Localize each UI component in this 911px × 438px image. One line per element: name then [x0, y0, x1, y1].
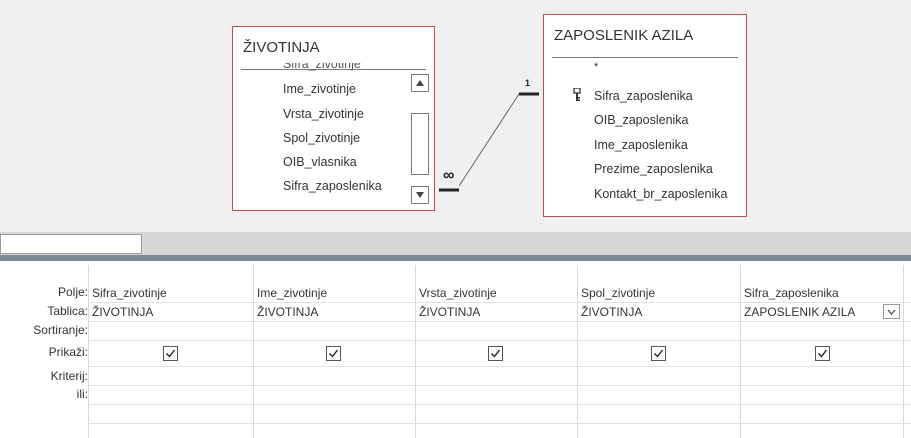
checkmark-icon — [329, 349, 339, 358]
field-item[interactable]: Vrsta_zivotinje — [283, 107, 364, 121]
checkmark-icon — [491, 349, 501, 358]
table-dropdown-button[interactable] — [883, 304, 900, 319]
query-design-canvas[interactable] — [0, 0, 911, 232]
grid-cell-table[interactable]: ŽIVOTINJA — [92, 305, 153, 319]
field-item[interactable]: Spol_zivotinje — [283, 131, 360, 145]
grid-row-divider — [88, 404, 911, 405]
field-partial-top: Sifra_zivotinje — [283, 63, 361, 71]
scrollbar-thumb[interactable] — [411, 113, 429, 175]
row-label-prikazi: Prikaži: — [48, 345, 88, 359]
relationship-one-label: 1 — [525, 78, 531, 88]
relationship-many-label: ∞ — [443, 167, 455, 184]
scroll-up-icon — [416, 80, 424, 86]
field-item[interactable]: Ime_zivotinje — [283, 82, 356, 96]
grid-column-divider[interactable] — [903, 265, 904, 438]
table-zivotinja-title[interactable]: ŽIVOTINJA — [243, 39, 320, 56]
field-item[interactable]: OIB_zaposlenika — [594, 113, 689, 127]
grid-column-divider[interactable] — [577, 265, 578, 438]
grid-row-divider — [88, 302, 911, 303]
field-item-key[interactable]: Sifra_zaposlenika — [594, 89, 693, 103]
grid-cell-field[interactable]: Spol_zivotinje — [581, 286, 655, 300]
checkmark-icon — [654, 349, 664, 358]
field-item[interactable]: Sifra_zaposlenika — [283, 179, 382, 193]
key-icon — [573, 88, 581, 101]
grid-cell-table[interactable]: ŽIVOTINJA — [419, 305, 480, 319]
field-item[interactable]: OIB_vlasnika — [283, 155, 357, 169]
row-label-tablica: Tablica: — [47, 304, 88, 318]
grid-cell-field[interactable]: Vrsta_zivotinje — [419, 286, 497, 300]
scroll-up-button[interactable] — [411, 74, 429, 92]
grid-cell-table[interactable]: ŽIVOTINJA — [581, 305, 642, 319]
grid-cell-field[interactable]: Ime_zivotinje — [257, 286, 327, 300]
checkmark-icon — [166, 349, 176, 358]
grid-column-divider[interactable] — [88, 265, 89, 438]
chevron-down-icon — [887, 309, 896, 315]
row-label-ili: ili: — [76, 387, 88, 401]
table-zaposlenik-azila-title[interactable]: ZAPOSLENIK AZILA — [554, 27, 693, 44]
show-checkbox[interactable] — [326, 346, 341, 361]
grid-column-divider[interactable] — [740, 265, 741, 438]
scroll-down-icon — [416, 192, 424, 198]
grid-cell-table[interactable]: ŽIVOTINJA — [257, 305, 318, 319]
table-zivotinja[interactable]: ŽIVOTINJA Sifra_zivotinje Ime_zivotinje … — [232, 26, 435, 211]
grid-row-divider — [88, 340, 911, 341]
row-label-sortiranje: Sortiranje: — [33, 323, 88, 337]
name-box-input[interactable] — [0, 234, 142, 254]
row-label-kriterij: Kriterij: — [50, 369, 88, 383]
show-checkbox[interactable] — [488, 346, 503, 361]
grid-cell-table[interactable]: ZAPOSLENIK AZILA — [744, 305, 855, 319]
row-label-polje: Polje: — [57, 285, 88, 299]
show-checkbox[interactable] — [815, 346, 830, 361]
scroll-down-button[interactable] — [411, 186, 429, 204]
field-item[interactable]: Prezime_zaposlenika — [594, 162, 713, 176]
grid-row-divider — [88, 321, 911, 322]
grid-row-divider — [88, 423, 911, 424]
grid-cell-field[interactable]: Sifra_zivotinje — [92, 286, 167, 300]
grid-column-divider[interactable] — [415, 265, 416, 438]
grid-row-divider — [88, 366, 911, 367]
grid-row-divider — [88, 385, 911, 386]
field-item-all[interactable]: * — [594, 61, 598, 73]
show-checkbox[interactable] — [651, 346, 666, 361]
grid-column-divider[interactable] — [253, 265, 254, 438]
field-item[interactable]: Ime_zaposlenika — [594, 138, 688, 152]
checkmark-icon — [818, 349, 828, 358]
show-checkbox[interactable] — [163, 346, 178, 361]
table-zaposlenik-azila-title-rule — [552, 57, 738, 58]
field-item[interactable]: Kontakt_br_zaposlenika — [594, 187, 744, 201]
table-zaposlenik-azila[interactable]: ZAPOSLENIK AZILA * Sifra_zaposlenika OIB… — [543, 14, 747, 217]
grid-cell-field[interactable]: Sifra_zaposlenika — [744, 286, 839, 300]
